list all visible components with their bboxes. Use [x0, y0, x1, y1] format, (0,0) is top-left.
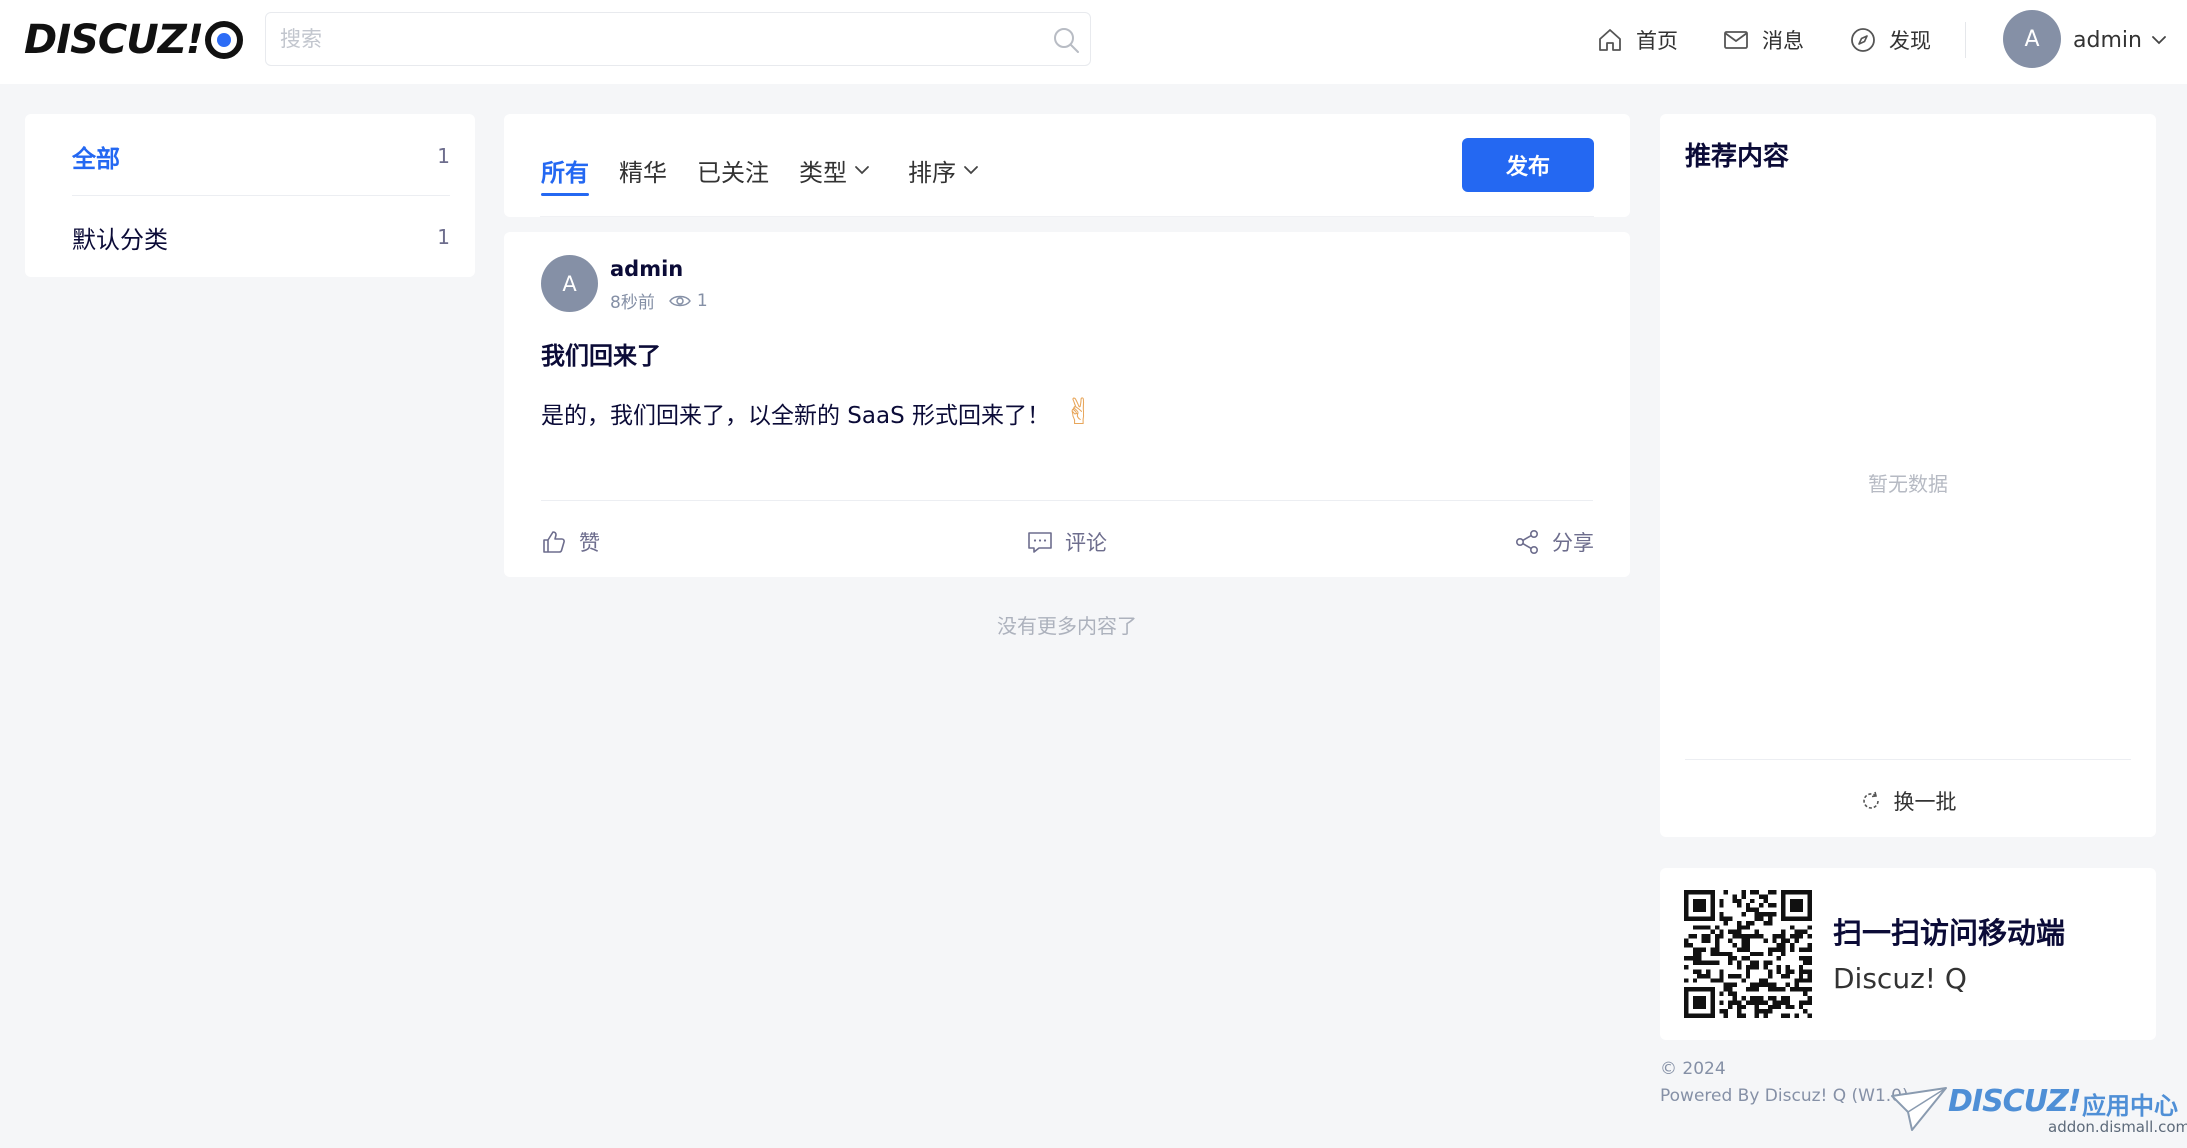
- post-title[interactable]: 我们回来了: [541, 336, 661, 371]
- category-divider: [72, 195, 450, 196]
- recommend-empty-text: 暂无数据: [1868, 472, 1948, 496]
- footer-powered-by[interactable]: Powered By Discuz! Q (W1.0): [1660, 1083, 1909, 1110]
- post-divider: [541, 500, 1593, 501]
- category-label: 默认分类: [72, 225, 168, 254]
- refresh-label: 换一批: [1893, 790, 1957, 814]
- tab-label: 类型: [799, 158, 847, 187]
- watermark-brand: DISCUZ!: [1948, 1084, 2081, 1119]
- tab-type[interactable]: 类型: [799, 150, 871, 190]
- recommend-divider: [1685, 759, 2131, 760]
- qr-code-card: 扫一扫访问移动端 Discuz! Q: [1660, 868, 2156, 1040]
- nav-discover-label: 发现: [1889, 29, 1931, 53]
- user-menu[interactable]: admin: [2073, 24, 2168, 56]
- nav-messages[interactable]: 消息: [1722, 24, 1804, 56]
- chevron-down-icon: [855, 166, 869, 175]
- tabs-divider: [540, 216, 1594, 217]
- comment-button[interactable]: 评论: [1027, 522, 1107, 562]
- search-input[interactable]: [266, 13, 1090, 65]
- nav-home[interactable]: 首页: [1596, 24, 1678, 56]
- logo-q-icon: [204, 21, 243, 59]
- post-card[interactable]: A admin 8秒前 1 我们回来了 是的，我们回来了，以全新的 SaaS 形…: [504, 232, 1630, 577]
- post-author-avatar[interactable]: A: [541, 255, 598, 312]
- share-button[interactable]: 分享: [1514, 522, 1594, 562]
- publish-button[interactable]: 发布: [1462, 138, 1594, 192]
- search-icon[interactable]: [1052, 26, 1080, 54]
- category-label: 全部: [72, 144, 120, 173]
- category-item-default[interactable]: 默认分类 1: [25, 197, 475, 277]
- tab-sort[interactable]: 排序: [908, 150, 980, 190]
- chevron-down-icon: [964, 166, 978, 175]
- category-item-all[interactable]: 全部 1: [25, 116, 475, 196]
- qr-subtitle: Discuz! Q: [1833, 962, 1967, 995]
- tab-label: 所有: [541, 158, 589, 187]
- nav-home-label: 首页: [1636, 29, 1678, 53]
- recommend-title: 推荐内容: [1685, 142, 1790, 172]
- watermark-url: addon.dismall.com: [2048, 1118, 2187, 1136]
- user-name: admin: [2073, 27, 2142, 53]
- post-author-name[interactable]: admin: [610, 257, 683, 281]
- avatar-letter: A: [562, 271, 577, 296]
- filter-tabs-card: 所有 精华 已关注 类型 排序 发布: [504, 114, 1630, 217]
- footer: © 2024 Powered By Discuz! Q (W1.0): [1660, 1056, 1909, 1110]
- home-icon: [1599, 29, 1621, 51]
- post-time: 8秒前: [610, 293, 655, 313]
- share-label: 分享: [1552, 531, 1594, 555]
- post-meta: 8秒前 1: [610, 288, 708, 314]
- recommend-card: 推荐内容 暂无数据 换一批: [1660, 114, 2156, 837]
- tab-following[interactable]: 已关注: [697, 150, 769, 190]
- search-box: [265, 12, 1091, 66]
- nav-divider: [1965, 22, 1966, 58]
- category-count: 1: [437, 225, 450, 249]
- top-header: DISCUZ! 首页 消息 发现 A admin: [0, 0, 2187, 84]
- share-icon: [1515, 529, 1538, 554]
- discuz-addon-watermark: DISCUZ! 应用中心 addon.dismall.com: [1890, 1082, 2187, 1142]
- tab-label: 已关注: [697, 158, 769, 187]
- comment-label: 评论: [1065, 531, 1107, 555]
- tab-featured[interactable]: 精华: [619, 150, 667, 190]
- like-label: 赞: [579, 531, 600, 555]
- mail-icon: [1724, 31, 1748, 49]
- refresh-button[interactable]: 换一批: [1660, 786, 2156, 816]
- refresh-icon: [1862, 791, 1879, 809]
- tab-all[interactable]: 所有: [541, 150, 589, 196]
- post-views-count: 1: [696, 290, 708, 311]
- like-button[interactable]: 赞: [541, 522, 600, 562]
- category-card: 全部 1 默认分类 1: [25, 114, 475, 277]
- qr-code-image: [1684, 890, 1812, 1018]
- discuz-logo[interactable]: DISCUZ!: [24, 17, 243, 63]
- chevron-down-icon: [2152, 36, 2166, 45]
- post-body[interactable]: 是的，我们回来了，以全新的 SaaS 形式回来了！ ✌: [541, 392, 1094, 433]
- nav-discover[interactable]: 发现: [1849, 24, 1931, 56]
- post-views: 1: [668, 290, 708, 311]
- paper-plane-icon: [1891, 1087, 1947, 1131]
- nav-messages-label: 消息: [1762, 29, 1804, 53]
- tab-label: 排序: [908, 158, 956, 187]
- watermark-cn: 应用中心: [2082, 1092, 2178, 1120]
- eye-icon: [668, 295, 691, 306]
- user-avatar[interactable]: A: [2003, 10, 2061, 68]
- qr-title: 扫一扫访问移动端: [1833, 916, 2066, 950]
- no-more-content: 没有更多内容了: [997, 614, 1137, 638]
- logo-text: DISCUZ!: [24, 17, 204, 63]
- footer-copyright: © 2024: [1660, 1059, 1726, 1079]
- user-avatar-letter: A: [2024, 26, 2040, 52]
- comment-icon: [1028, 532, 1052, 553]
- victory-hand-emoji: ✌: [1064, 392, 1095, 433]
- category-count: 1: [437, 144, 450, 168]
- post-body-text: 是的，我们回来了，以全新的 SaaS 形式回来了！: [541, 402, 1051, 429]
- thumbs-up-icon: [543, 531, 565, 553]
- compass-icon: [1851, 28, 1875, 52]
- tab-label: 精华: [619, 158, 667, 187]
